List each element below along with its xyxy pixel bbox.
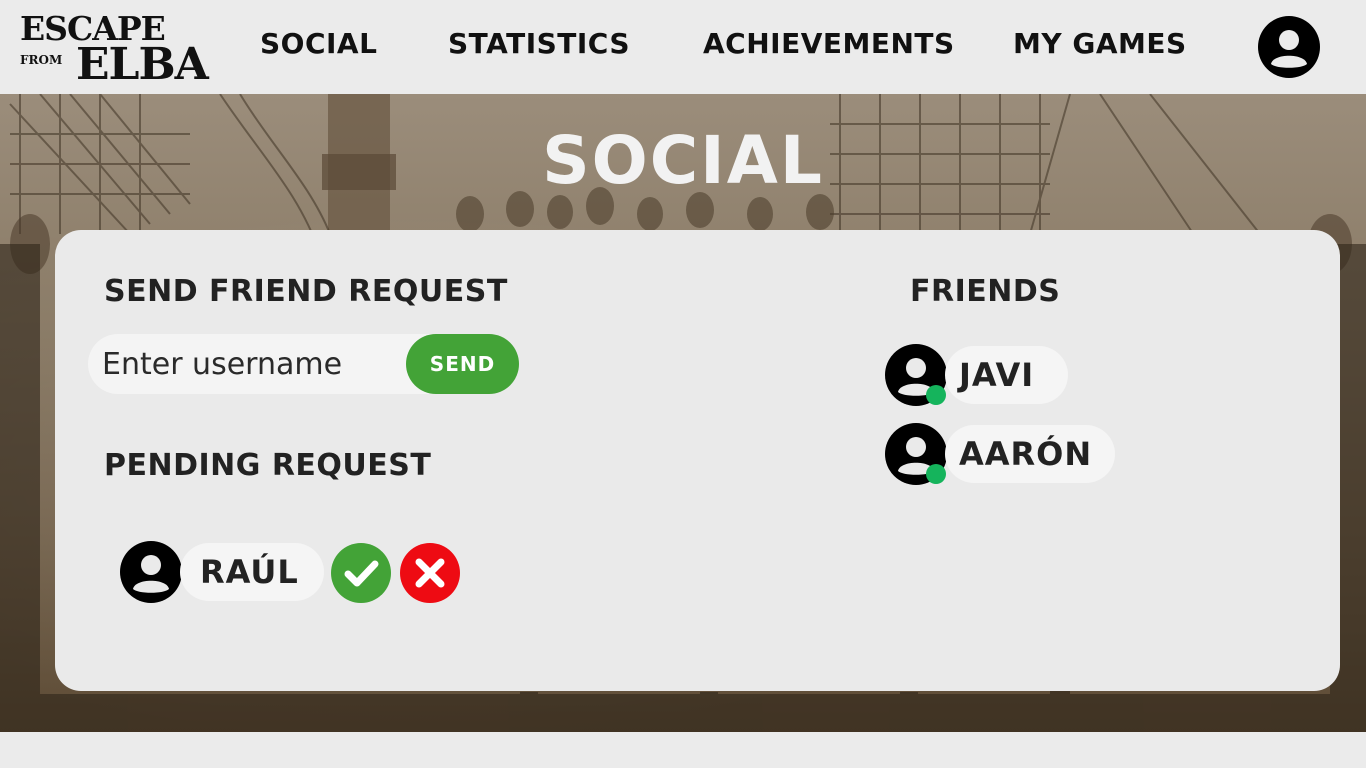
pending-user-name: RAÚL bbox=[180, 543, 324, 601]
logo-text-from: FROM bbox=[20, 53, 63, 67]
footer-bar bbox=[0, 732, 1366, 768]
send-button[interactable]: SEND bbox=[406, 334, 519, 394]
friend-row[interactable]: JAVI bbox=[885, 344, 1075, 406]
online-status-indicator bbox=[926, 385, 946, 405]
friends-heading: FRIENDS bbox=[910, 274, 1061, 309]
reject-request-button[interactable] bbox=[400, 543, 460, 603]
friend-name: AARÓN bbox=[945, 425, 1115, 483]
send-request-form: SEND bbox=[88, 334, 519, 394]
user-circle-icon bbox=[1258, 16, 1320, 78]
check-icon bbox=[344, 560, 379, 587]
page-title: SOCIAL bbox=[542, 122, 824, 199]
send-request-heading: SEND FRIEND REQUEST bbox=[104, 274, 508, 309]
avatar bbox=[120, 541, 182, 603]
social-panel: SEND FRIEND REQUEST SEND PENDING REQUEST… bbox=[55, 230, 1340, 691]
profile-button[interactable] bbox=[1258, 16, 1320, 78]
nav-my-games[interactable]: MY GAMES bbox=[1013, 26, 1187, 62]
accept-request-button[interactable] bbox=[331, 543, 391, 603]
friend-name: JAVI bbox=[945, 346, 1068, 404]
hero-background: SOCIAL SEND FRIEND REQUEST SEND PENDING … bbox=[0, 94, 1366, 732]
nav-statistics[interactable]: STATISTICS bbox=[448, 26, 630, 62]
online-status-indicator bbox=[926, 464, 946, 484]
username-input[interactable] bbox=[102, 334, 402, 394]
pending-request-row: RAÚL bbox=[120, 541, 470, 603]
logo-text-elba: ELBA bbox=[76, 39, 209, 90]
pending-request-heading: PENDING REQUEST bbox=[104, 448, 432, 483]
nav-social[interactable]: SOCIAL bbox=[260, 26, 377, 62]
top-navigation-bar: ESCAPE FROM ELBA SOCIAL STATISTICS ACHIE… bbox=[0, 0, 1366, 94]
friend-row[interactable]: AARÓN bbox=[885, 423, 1125, 485]
escape-from-elba-logo[interactable]: ESCAPE FROM ELBA bbox=[20, 12, 248, 88]
nav-achievements[interactable]: ACHIEVEMENTS bbox=[703, 26, 955, 62]
close-icon bbox=[415, 558, 445, 588]
